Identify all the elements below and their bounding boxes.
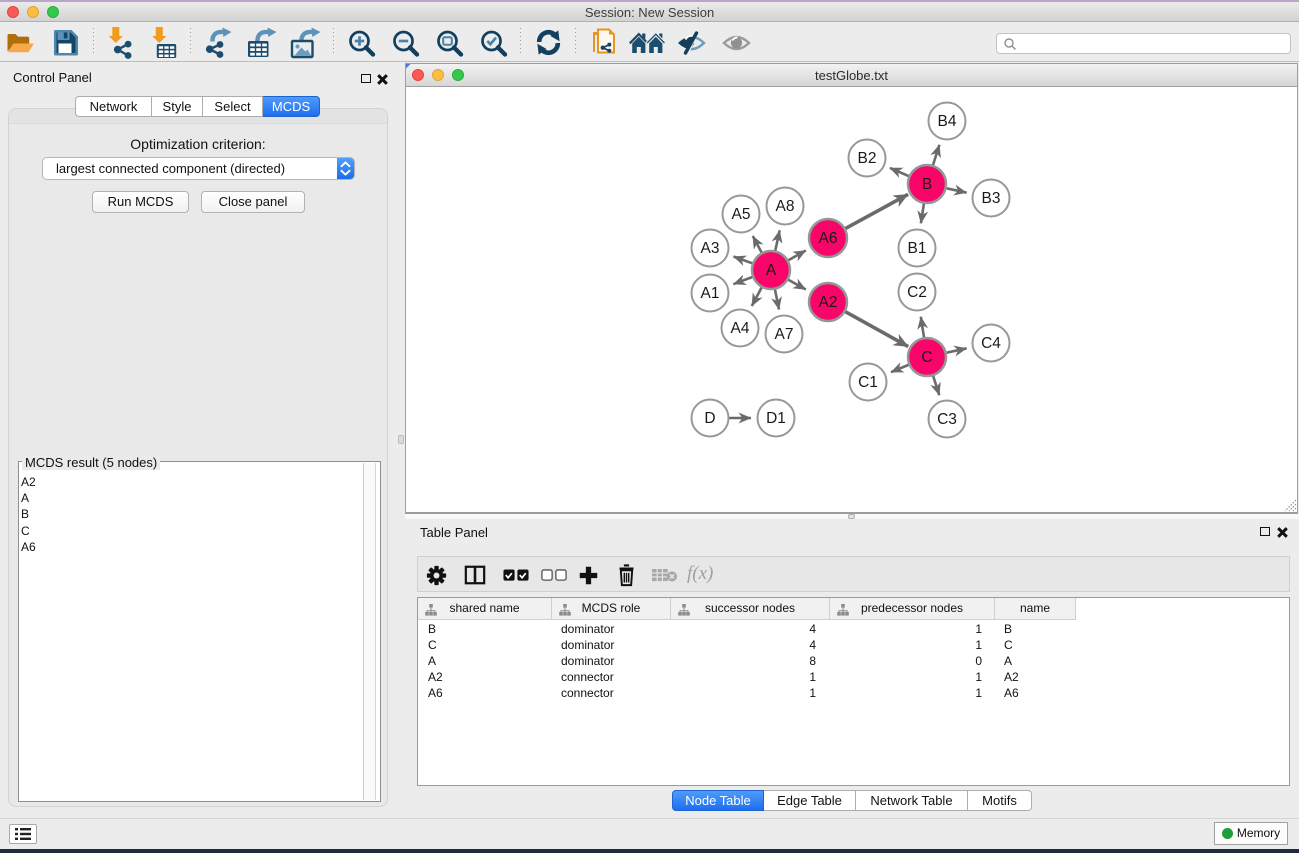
svg-text:C2: C2 [907, 284, 927, 301]
svg-text:C1: C1 [858, 374, 878, 391]
svg-text:B3: B3 [982, 190, 1001, 207]
svg-text:A5: A5 [732, 206, 751, 223]
svg-text:D: D [704, 410, 715, 427]
svg-text:B2: B2 [858, 150, 877, 167]
svg-text:B1: B1 [908, 240, 927, 257]
svg-text:C4: C4 [981, 335, 1001, 352]
svg-text:A: A [766, 262, 777, 279]
svg-text:A2: A2 [819, 294, 838, 311]
svg-text:A8: A8 [776, 198, 795, 215]
svg-text:B: B [922, 176, 932, 193]
svg-text:A1: A1 [701, 285, 720, 302]
svg-text:C3: C3 [937, 411, 957, 428]
svg-text:A3: A3 [701, 240, 720, 257]
svg-text:A7: A7 [775, 326, 794, 343]
svg-text:A4: A4 [731, 320, 750, 337]
svg-text:D1: D1 [766, 410, 786, 427]
svg-text:A6: A6 [819, 230, 838, 247]
svg-text:B4: B4 [938, 113, 957, 130]
svg-text:C: C [921, 349, 932, 366]
